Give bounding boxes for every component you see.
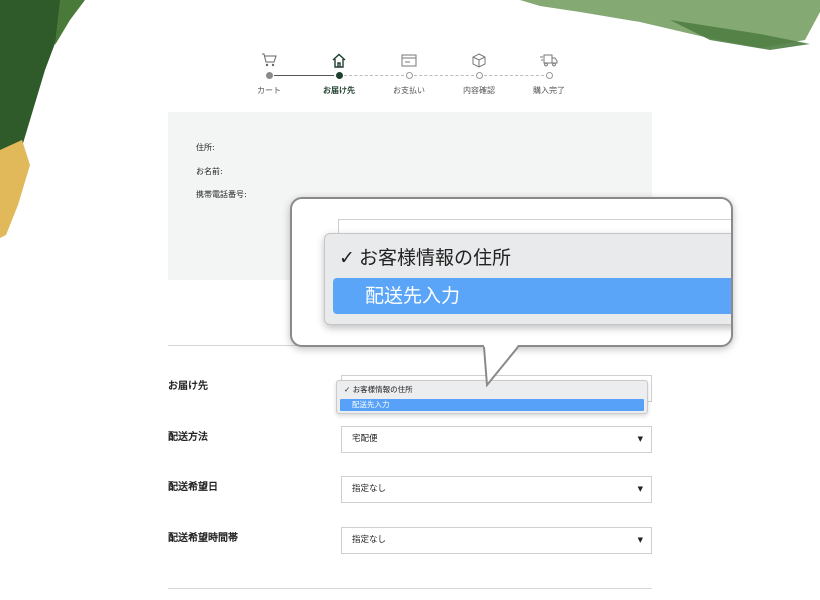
delivery-time-value: 指定なし	[352, 535, 387, 545]
payment-icon	[374, 52, 444, 68]
zoom-callout: ✓ お客様情報の住所 配送先入力	[290, 197, 733, 347]
section-divider	[168, 588, 652, 589]
delivery-date-value: 指定なし	[352, 484, 387, 494]
step-payment[interactable]: お支払い	[374, 52, 444, 96]
option-label: お客様情報の住所	[352, 385, 413, 394]
dropdown-arrow-icon: ▼	[637, 485, 643, 493]
option-label: お客様情報の住所	[359, 247, 512, 269]
delivery-date-select[interactable]: 指定なし ▼	[341, 476, 652, 503]
zoomed-dropdown-menu: ✓ お客様情報の住所 配送先入力	[324, 233, 731, 325]
zoomed-option-customer-address[interactable]: ✓ お客様情報の住所	[333, 240, 731, 276]
callout-pointer	[483, 345, 519, 387]
step-cart[interactable]: カート	[234, 52, 304, 96]
delivery-time-label: 配送希望時間帯	[168, 533, 238, 544]
delivery-time-select[interactable]: 指定なし ▼	[341, 527, 652, 554]
step-confirm[interactable]: 内容確認	[444, 52, 514, 96]
step-label: カート	[257, 86, 281, 95]
dropdown-arrow-icon: ▼	[637, 536, 643, 544]
home-icon	[304, 52, 374, 68]
step-delivery[interactable]: お届け先	[304, 52, 374, 96]
brush-stroke-top-right	[520, 0, 820, 50]
address-label: 住所:	[196, 143, 215, 152]
name-label: お名前:	[196, 167, 223, 176]
cart-icon	[234, 52, 304, 68]
dropdown-option-enter-destination[interactable]: 配送先入力	[340, 399, 644, 411]
truck-icon	[514, 52, 584, 68]
step-label: お支払い	[393, 86, 425, 95]
dropdown-arrow-icon: ▼	[637, 435, 643, 443]
checkmark-icon: ✓	[344, 385, 351, 394]
step-label: お届け先	[323, 86, 355, 95]
shipping-method-label: 配送方法	[168, 432, 208, 443]
checkout-stepper: カート お届け先 お支払い 内容確認 購入完了	[230, 52, 590, 102]
destination-label: お届け先	[168, 381, 208, 392]
shipping-method-value: 宅配便	[352, 434, 378, 444]
step-label: 内容確認	[463, 86, 495, 95]
phone-label: 携帯電話番号:	[196, 190, 247, 199]
zoomed-option-enter-destination[interactable]: 配送先入力	[333, 278, 731, 314]
step-indicator	[405, 72, 413, 79]
step-label: 購入完了	[533, 86, 565, 95]
step-indicator	[545, 72, 553, 79]
step-indicator-done	[265, 72, 273, 79]
delivery-date-label: 配送希望日	[168, 482, 218, 493]
checkmark-icon: ✓	[339, 247, 355, 269]
step-indicator-active	[335, 72, 343, 79]
brush-stroke-top-left	[0, 0, 85, 238]
box-icon	[444, 52, 514, 68]
shipping-method-select[interactable]: 宅配便 ▼	[341, 426, 652, 453]
step-complete[interactable]: 購入完了	[514, 52, 584, 96]
step-indicator	[475, 72, 483, 79]
